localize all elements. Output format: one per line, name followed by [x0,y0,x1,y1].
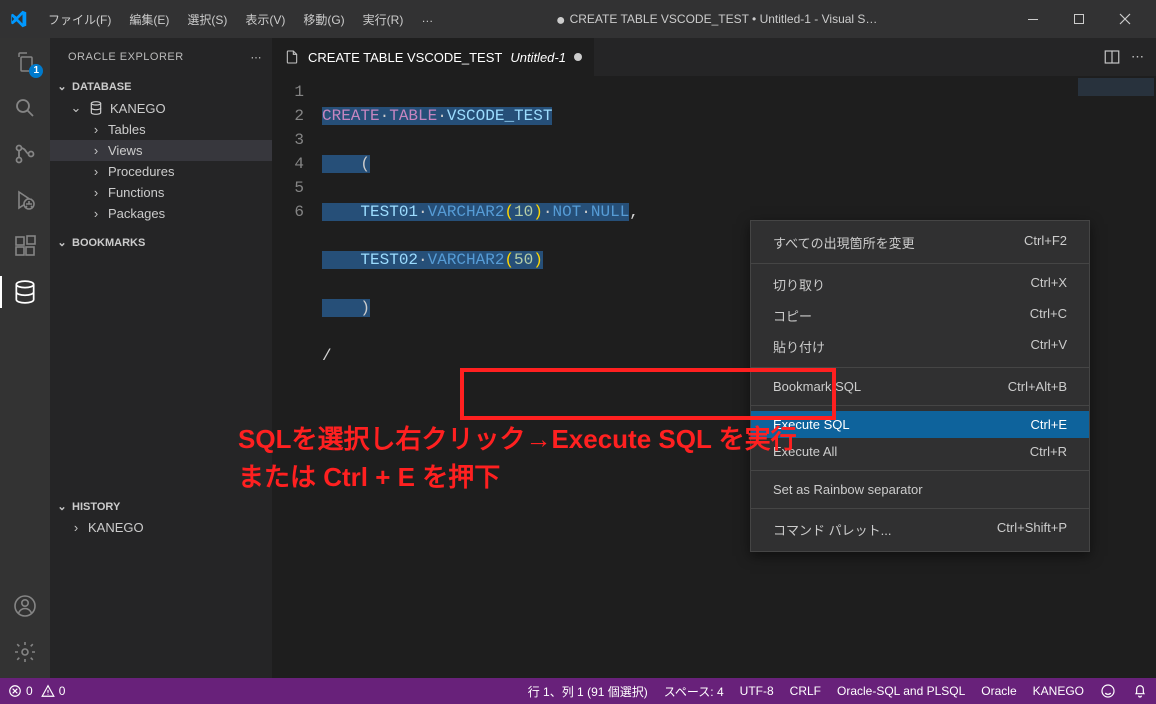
separator [751,263,1089,264]
tree-views[interactable]: ›Views [50,140,272,161]
editor-area: CREATE TABLE VSCODE_TEST Untitled-1 ⋯ 1 … [272,38,1156,678]
editor-tab[interactable]: CREATE TABLE VSCODE_TEST Untitled-1 [272,38,595,76]
file-icon [284,49,300,65]
section-history[interactable]: ⌄ HISTORY [50,496,272,517]
sidebar-title: ORACLE EXPLORER ⋯ [50,38,272,76]
cm-cut[interactable]: 切り取りCtrl+X [751,269,1089,300]
tabbar: CREATE TABLE VSCODE_TEST Untitled-1 ⋯ [272,38,1156,76]
cm-rainbow-separator[interactable]: Set as Rainbow separator [751,476,1089,503]
separator [751,470,1089,471]
chevron-right-icon: › [90,206,102,221]
warning-icon [41,684,55,698]
search-icon[interactable] [11,94,39,122]
status-language[interactable]: Oracle-SQL and PLSQL [837,684,965,698]
dirty-dot-icon: ● [556,12,566,29]
chevron-right-icon: › [90,143,102,158]
cm-bookmark-sql[interactable]: Bookmark SQLCtrl+Alt+B [751,373,1089,400]
menu-overflow[interactable]: … [413,5,443,34]
status-eol[interactable]: CRLF [790,684,821,698]
menu-view[interactable]: 表示(V) [237,5,293,34]
section-database[interactable]: ⌄ DATABASE [50,76,272,97]
line-gutter: 1 2 3 4 5 6 [272,80,322,416]
context-menu: すべての出現箇所を変更Ctrl+F2 切り取りCtrl+X コピーCtrl+C … [750,220,1090,552]
sidebar-overflow-icon[interactable]: ⋯ [251,51,263,64]
settings-gear-icon[interactable] [11,638,39,666]
status-indent[interactable]: スペース: 4 [664,683,724,700]
statusbar: 0 0 行 1、列 1 (91 個選択) スペース: 4 UTF-8 CRLF … [0,678,1156,704]
source-control-icon[interactable] [11,140,39,168]
window-controls [1010,0,1148,38]
menu-run[interactable]: 実行(R) [355,5,412,34]
status-problems[interactable]: 0 0 [8,684,65,698]
titlebar: ファイル(F) 編集(E) 選択(S) 表示(V) 移動(G) 実行(R) … … [0,0,1156,38]
cm-execute-sql[interactable]: Execute SQLCtrl+E [751,411,1089,438]
vscode-logo-icon [8,9,28,29]
feedback-icon[interactable] [1100,683,1116,699]
tab-filename: Untitled-1 [510,50,566,65]
minimize-button[interactable] [1010,0,1056,38]
status-cursor[interactable]: 行 1、列 1 (91 個選択) [528,683,648,700]
error-icon [8,684,22,698]
explorer-icon[interactable]: 1 [11,48,39,76]
menu-selection[interactable]: 選択(S) [179,5,235,34]
status-group[interactable]: Oracle [981,684,1016,698]
chevron-right-icon: › [90,164,102,179]
cm-paste[interactable]: 貼り付けCtrl+V [751,331,1089,362]
database-icon [88,100,104,116]
menu-edit[interactable]: 編集(E) [121,5,177,34]
chevron-down-icon: ⌄ [56,500,68,513]
cm-command-palette[interactable]: コマンド パレット...Ctrl+Shift+P [751,514,1089,545]
cm-copy[interactable]: コピーCtrl+C [751,300,1089,331]
tree-functions[interactable]: ›Functions [50,182,272,203]
section-bookmarks[interactable]: ⌄ BOOKMARKS [50,232,272,253]
status-connection[interactable]: KANEGO [1033,684,1084,698]
chevron-down-icon: ⌄ [70,100,82,116]
run-debug-icon[interactable] [11,186,39,214]
chevron-right-icon: › [90,185,102,200]
editor-overflow-icon[interactable]: ⋯ [1131,49,1146,65]
activitybar: 1 [0,38,50,678]
bell-icon[interactable] [1132,683,1148,699]
maximize-button[interactable] [1056,0,1102,38]
extensions-icon[interactable] [11,232,39,260]
chevron-right-icon: › [70,520,82,535]
tree-connection[interactable]: ⌄ KANEGO [50,97,272,119]
tree-packages[interactable]: ›Packages [50,203,272,224]
tree-tables[interactable]: ›Tables [50,119,272,140]
cm-execute-all[interactable]: Execute AllCtrl+R [751,438,1089,465]
accounts-icon[interactable] [11,592,39,620]
separator [751,508,1089,509]
close-button[interactable] [1102,0,1148,38]
tab-label: CREATE TABLE VSCODE_TEST [308,50,502,65]
separator [751,367,1089,368]
sidebar: ORACLE EXPLORER ⋯ ⌄ DATABASE ⌄ KANEGO ›T… [50,38,272,678]
chevron-right-icon: › [90,122,102,137]
history-item[interactable]: › KANEGO [50,517,272,538]
menu-file[interactable]: ファイル(F) [40,5,119,34]
explorer-badge: 1 [29,64,43,78]
status-encoding[interactable]: UTF-8 [740,684,774,698]
chevron-down-icon: ⌄ [56,80,68,93]
menu-go[interactable]: 移動(G) [295,5,352,34]
menubar: ファイル(F) 編集(E) 選択(S) 表示(V) 移動(G) 実行(R) … [40,5,443,34]
split-editor-icon[interactable] [1103,48,1121,66]
dirty-indicator-icon [574,53,582,61]
chevron-down-icon: ⌄ [56,236,68,249]
cm-change-all-occurrences[interactable]: すべての出現箇所を変更Ctrl+F2 [751,227,1089,258]
window-title: ●CREATE TABLE VSCODE_TEST • Untitled-1 -… [443,10,1010,28]
tree-procedures[interactable]: ›Procedures [50,161,272,182]
separator [751,405,1089,406]
oracle-db-icon[interactable] [11,278,39,306]
